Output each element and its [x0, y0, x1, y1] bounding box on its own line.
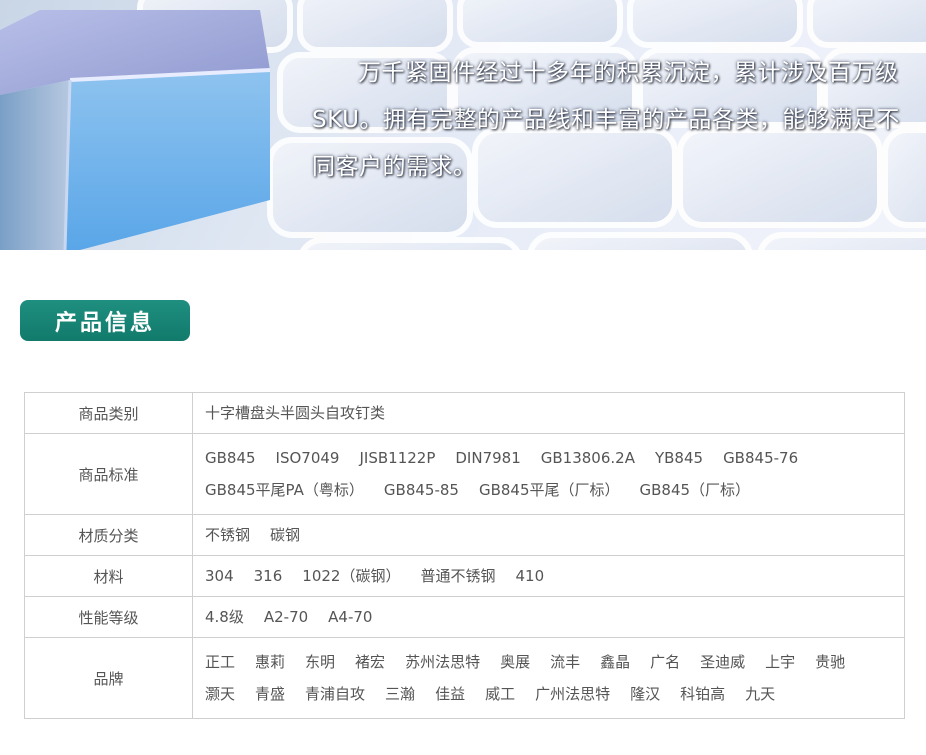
value-item: 316 [253, 567, 283, 585]
table-row: 材料 304 316 1022（碳钢） 普通不锈钢 410 [24, 555, 905, 597]
value-item: DIN7981 [455, 449, 521, 467]
value-item: 佳益 [435, 685, 466, 703]
value-item: GB845平尾（厂标） [478, 481, 620, 499]
value-item: 410 [515, 567, 545, 585]
section-title-badge: 产品信息 [20, 300, 190, 341]
table-row: 商品类别 十字槽盘头半圆头自攻钉类 [24, 392, 905, 434]
row-label: 材料 [24, 555, 193, 597]
value-item: GB845平尾PA（粤标） [205, 481, 364, 499]
row-label: 商品类别 [24, 392, 193, 434]
value-item: 威工 [485, 685, 516, 703]
value-item: 上宇 [765, 653, 796, 671]
value-item: 贵驰 [815, 653, 846, 671]
value-item: 碳钢 [270, 526, 301, 544]
row-value: 正工 惠莉 东明 褚宏 苏州法思特 奥展 流丰 鑫晶 广名 圣迪威 上宇 贵驰灏天 青盛 青浦自攻 三瀚 佳益… [192, 637, 905, 719]
value-item: A2-70 [263, 608, 309, 626]
value-item: JISB1122P [359, 449, 436, 467]
row-value: 4.8级 A2-70 A4-70 [192, 596, 905, 638]
value-item: 圣迪威 [700, 653, 746, 671]
value-item: 褚宏 [355, 653, 386, 671]
value-item: 九天 [745, 685, 776, 703]
value-item: 鑫晶 [600, 653, 631, 671]
value-item: YB845 [654, 449, 704, 467]
product-info-table: 商品类别 十字槽盘头半圆头自攻钉类 商品标准 GB845 ISO7049 JISB1122… [24, 392, 905, 719]
row-value: 不锈钢 碳钢 [192, 514, 905, 556]
value-item: 不锈钢 [205, 526, 251, 544]
value-item: GB845 [205, 449, 256, 467]
value-item: GB845（厂标） [639, 481, 751, 499]
row-label: 品牌 [24, 637, 193, 719]
table-row: 品牌 正工 惠莉 东明 褚宏 苏州法思特 奥展 流丰 鑫晶 广名 圣迪威 上宇 贵驰灏天 青盛 青浦自攻 三瀚… [24, 637, 905, 719]
value-item: 广名 [650, 653, 681, 671]
value-item: 青盛 [255, 685, 286, 703]
value-item: 科铂高 [680, 685, 726, 703]
hero-banner: 万千紧固件经过十多年的积累沉淀，累计涉及百万级SKU。拥有完整的产品线和丰富的产… [0, 0, 926, 250]
value-item: 流丰 [550, 653, 581, 671]
value-item: A4-70 [328, 608, 373, 626]
value-item: 隆汉 [630, 685, 661, 703]
value-item: 灏天 [205, 685, 236, 703]
value-item: 广州法思特 [535, 685, 611, 703]
value-item: 青浦自攻 [305, 685, 366, 703]
value-item: 4.8级 [205, 608, 244, 626]
value-item: 三瀚 [385, 685, 416, 703]
row-value: 304 316 1022（碳钢） 普通不锈钢 410 [192, 555, 905, 597]
row-label: 商品标准 [24, 433, 193, 515]
value-item: GB13806.2A [540, 449, 635, 467]
row-value: GB845 ISO7049 JISB1122P DIN7981 GB13806.2A YB… [192, 433, 905, 515]
value-item: 正工 [205, 653, 236, 671]
row-label: 材质分类 [24, 514, 193, 556]
value-item: ISO7049 [275, 449, 340, 467]
value-item: 奥展 [500, 653, 531, 671]
table-row: 商品标准 GB845 ISO7049 JISB1122P DIN7981 GB13806.… [24, 433, 905, 515]
value-item: GB845-85 [383, 481, 459, 499]
row-value: 十字槽盘头半圆头自攻钉类 [192, 392, 905, 434]
hero-description: 万千紧固件经过十多年的积累沉淀，累计涉及百万级SKU。拥有完整的产品线和丰富的产… [312, 60, 900, 180]
value-item: 惠莉 [255, 653, 286, 671]
value-item: 苏州法思特 [405, 653, 481, 671]
value-item: 普通不锈钢 [420, 567, 496, 585]
table-row: 性能等级 4.8级 A2-70 A4-70 [24, 596, 905, 638]
table-row: 材质分类 不锈钢 碳钢 [24, 514, 905, 556]
value-item: 304 [205, 567, 234, 585]
value-item: 1022（碳钢） [302, 567, 401, 585]
value-item: 东明 [305, 653, 336, 671]
row-label: 性能等级 [24, 596, 193, 638]
value-item: GB845-76 [723, 449, 799, 467]
value-item: 十字槽盘头半圆头自攻钉类 [205, 404, 386, 422]
